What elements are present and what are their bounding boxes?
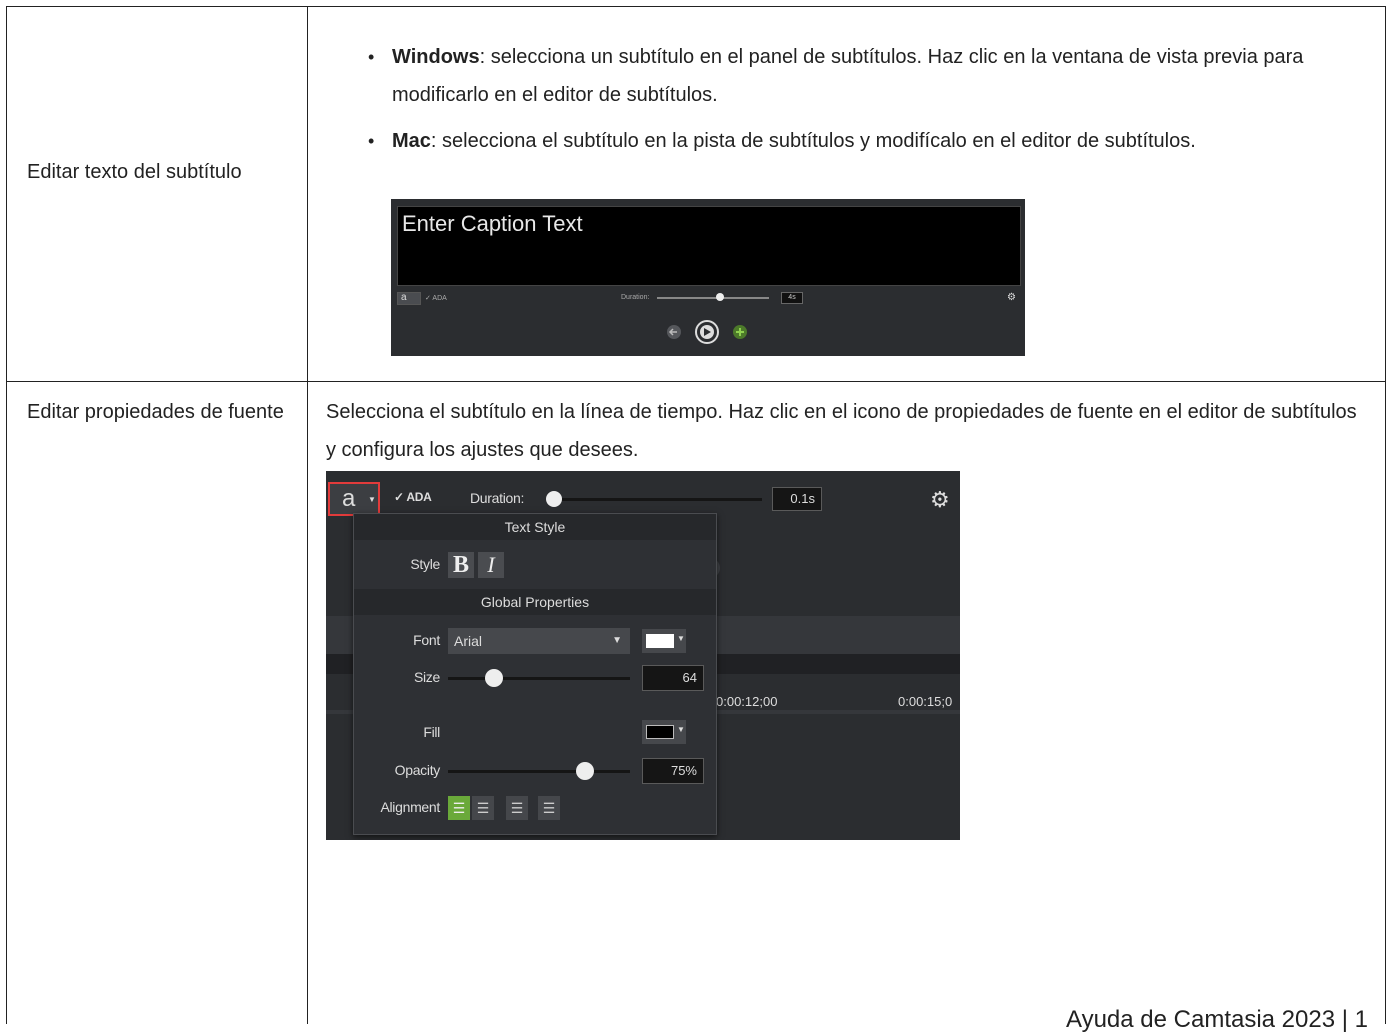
size-label: Size <box>413 669 440 685</box>
font-properties-instructions: Selecciona el subtítulo en la línea de t… <box>326 401 1357 461</box>
play-icon <box>695 320 719 344</box>
platform-name: Windows <box>392 46 480 68</box>
table-column-divider <box>307 6 308 1024</box>
gear-icon: ⚙ <box>930 487 950 512</box>
fill-color-picker: ▼ <box>642 720 686 744</box>
size-slider-track <box>448 677 630 680</box>
font-dropdown: Arial ▼ <box>448 628 630 654</box>
ruler-time-label: 0:00:12;00 <box>716 694 778 709</box>
list-item-windows: Windows: selecciona un subtítulo en el p… <box>364 38 1334 114</box>
duration-slider-thumb <box>546 491 562 507</box>
chevron-down-icon: ▼ <box>677 634 685 643</box>
duration-slider-track <box>552 498 762 501</box>
opacity-slider-track <box>448 770 630 773</box>
global-properties-header: Global Properties <box>354 589 716 615</box>
caption-editor-screenshot: Enter Caption Text a ✓ ADA Duration: 4s … <box>391 199 1025 356</box>
row-label-edit-font-properties: Editar propiedades de fuente <box>27 401 284 423</box>
chevron-down-icon: ▼ <box>368 495 376 504</box>
size-slider-thumb <box>484 669 503 687</box>
previous-arrow-icon <box>667 325 681 339</box>
font-button-glyph: a <box>401 292 407 303</box>
duration-label: Duration: <box>470 490 525 506</box>
font-label: Font <box>413 632 440 648</box>
duration-slider-track <box>657 297 769 299</box>
caption-nav-controls <box>667 320 747 344</box>
font-color-picker: ▼ <box>642 629 686 653</box>
platform-instructions-list: Windows: selecciona un subtítulo en el p… <box>364 38 1334 168</box>
page-footer: Ayuda de Camtasia 2023 | 1 <box>1066 1006 1368 1033</box>
align-left-icon: ☰ <box>448 796 470 820</box>
align-right-icon: ☰ <box>538 796 560 820</box>
italic-button: I <box>478 552 504 578</box>
instruction-text: : selecciona el subtítulo en la pista de… <box>430 130 1196 152</box>
align-justify-icon: ☰ <box>472 796 494 820</box>
duration-value: 4s <box>781 292 803 304</box>
table-row-divider <box>6 381 1386 382</box>
text-style-panel: Text Style Style B I Global Properties F… <box>353 513 717 835</box>
text-style-header: Text Style <box>354 514 716 540</box>
ada-check: ✓ ADA <box>425 295 447 302</box>
caption-text: Enter Caption Text <box>402 211 583 236</box>
instruction-text: : selecciona un subtítulo en el panel de… <box>392 46 1304 106</box>
gear-icon: ⚙ <box>1007 292 1016 303</box>
font-properties-button: a <box>397 292 421 305</box>
table-border-left <box>6 6 7 1024</box>
chevron-down-icon: ▼ <box>677 725 685 734</box>
style-label: Style <box>410 556 440 572</box>
ruler-time-label: 0:00:15;0 <box>898 694 953 709</box>
bold-button: B <box>448 552 474 578</box>
size-value: 64 <box>642 665 704 691</box>
caption-editor-toolbar: a ▼ ✓ ADA Duration: 0.1s ⚙ <box>326 471 960 516</box>
ada-check: ✓ ADA <box>394 490 432 504</box>
opacity-label: Opacity <box>394 762 441 778</box>
opacity-value: 75% <box>642 758 704 784</box>
duration-value: 0.1s <box>772 487 822 511</box>
table-border-right <box>1385 6 1386 1024</box>
font-color-swatch <box>646 634 674 648</box>
font-properties-screenshot: 0:00:12;00 0:00:15;0 a ▼ ✓ ADA Duration:… <box>326 471 960 840</box>
chevron-down-icon: ▼ <box>612 635 622 646</box>
alignment-label: Alignment <box>380 799 440 815</box>
add-caption-icon <box>733 325 747 339</box>
duration-label: Duration: <box>621 294 650 301</box>
align-center-icon: ☰ <box>506 796 528 820</box>
caption-text-area: Enter Caption Text <box>397 206 1021 286</box>
fill-label: Fill <box>423 724 440 740</box>
font-properties-button: a ▼ <box>328 482 380 516</box>
table-border-top <box>6 6 1386 7</box>
font-button-glyph: a <box>342 485 356 512</box>
list-item-mac: Mac: selecciona el subtítulo en la pista… <box>364 122 1334 160</box>
font-value: Arial <box>454 633 483 649</box>
opacity-slider-thumb <box>575 762 594 780</box>
fill-color-swatch <box>646 725 674 739</box>
platform-name: Mac <box>392 130 431 152</box>
duration-slider-thumb <box>716 293 724 301</box>
row-label-edit-caption-text: Editar texto del subtítulo <box>27 161 242 183</box>
